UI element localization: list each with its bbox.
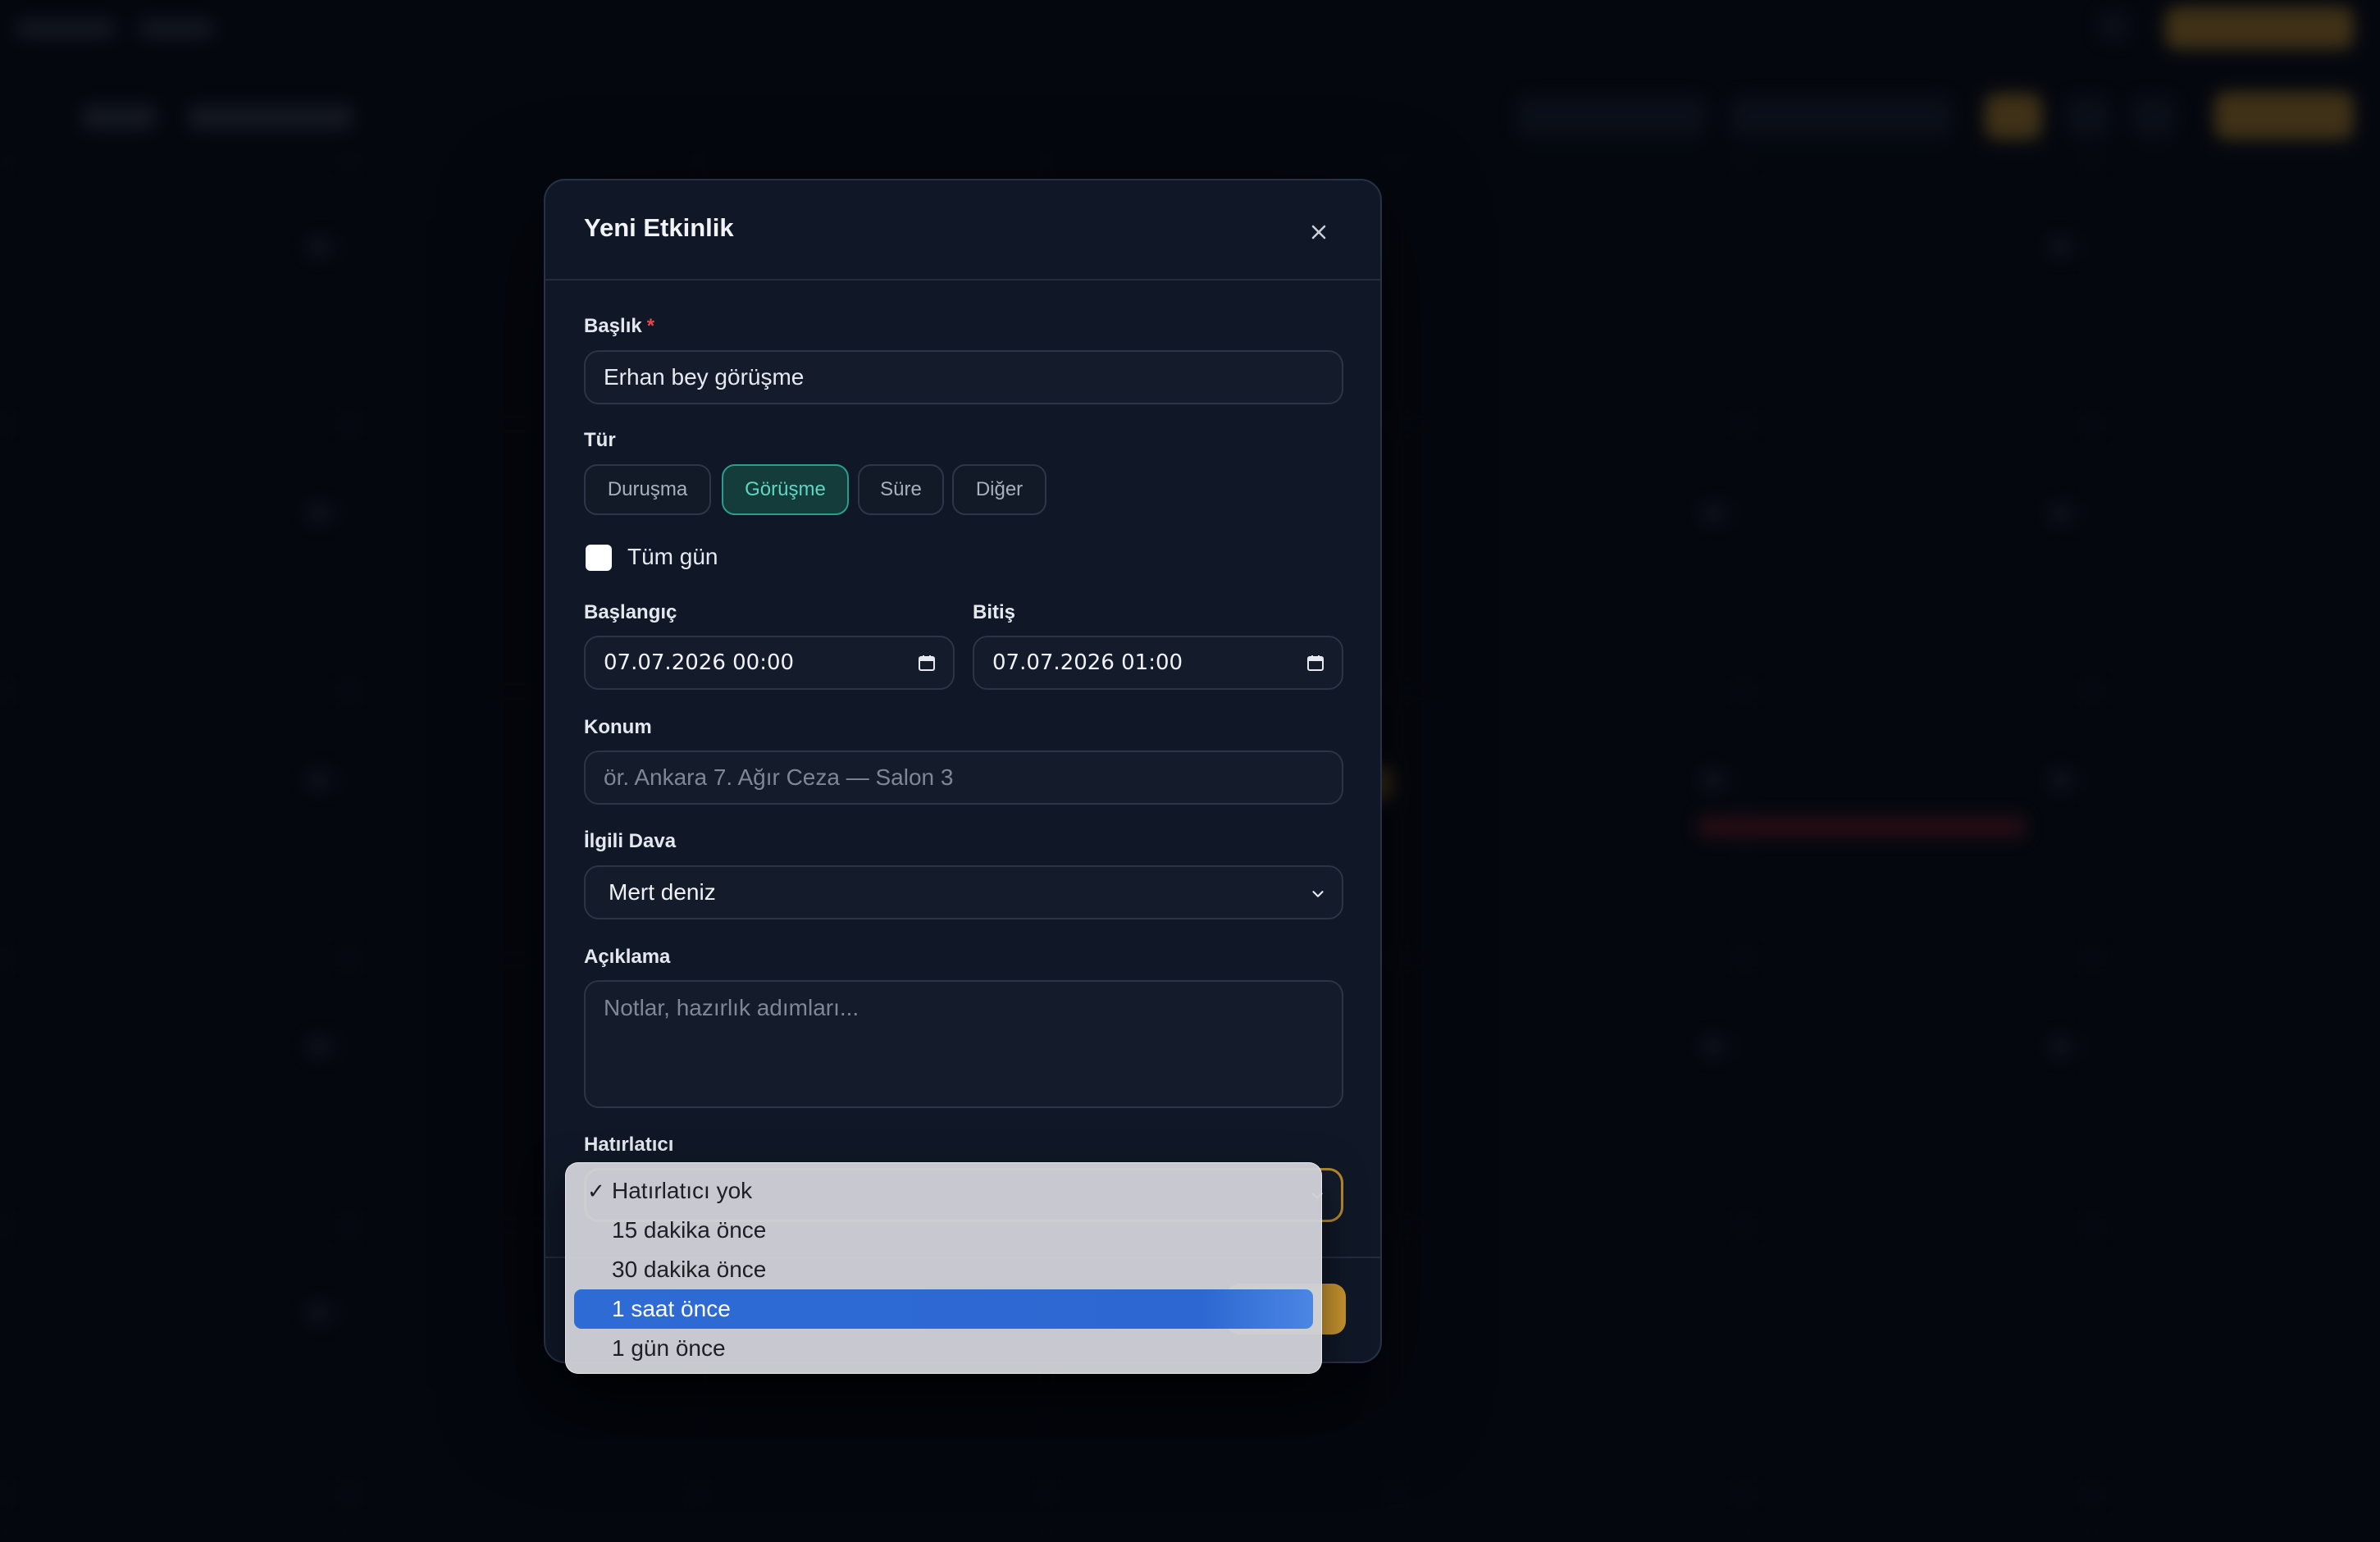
- all-day-label: Tüm gün: [627, 544, 718, 569]
- type-option-sure[interactable]: Süre: [858, 464, 944, 515]
- end-datetime-value: 07.07.2026 01:00: [992, 650, 1183, 675]
- location-input[interactable]: ör. Ankara 7. Ağır Ceza — Salon 3: [584, 750, 1343, 805]
- all-day-checkbox[interactable]: [586, 545, 612, 571]
- case-select-value: Mert deniz: [609, 879, 716, 905]
- reminder-option-none[interactable]: ✓ Hatırlatıcı yok: [574, 1171, 1313, 1211]
- reminder-option-label: Hatırlatıcı yok: [612, 1178, 753, 1203]
- start-datetime-value: 07.07.2026 00:00: [604, 650, 795, 675]
- reminder-option-label: 30 dakika önce: [612, 1257, 767, 1282]
- location-label: Konum: [584, 716, 652, 738]
- modal-title: Yeni Etkinlik: [584, 213, 734, 242]
- reminder-option-30min[interactable]: 30 dakika önce: [574, 1250, 1313, 1289]
- title-label-text: Başlık: [584, 315, 642, 337]
- case-select[interactable]: Mert deniz: [584, 865, 1343, 919]
- chevron-down-icon: [1312, 891, 1324, 897]
- reminder-option-label: 15 dakika önce: [612, 1217, 767, 1243]
- title-label: Başlık *: [584, 315, 654, 338]
- start-datetime-input[interactable]: 07.07.2026 00:00: [584, 636, 955, 690]
- modal-header: Yeni Etkinlik: [545, 180, 1380, 281]
- reminder-dropdown-menu: ✓ Hatırlatıcı yok 15 dakika önce 30 daki…: [565, 1162, 1322, 1374]
- close-button[interactable]: [1300, 213, 1338, 251]
- reminder-option-1hour[interactable]: 1 saat önce: [574, 1289, 1313, 1329]
- description-textarea[interactable]: Notlar, hazırlık adımları...: [584, 980, 1343, 1108]
- reminder-option-label: 1 gün önce: [612, 1335, 726, 1361]
- type-option-durusma[interactable]: Duruşma: [584, 464, 711, 515]
- close-icon: [1311, 225, 1326, 240]
- checkmark-icon: ✓: [587, 1179, 605, 1203]
- description-label: Açıklama: [584, 946, 671, 968]
- end-datetime-input[interactable]: 07.07.2026 01:00: [973, 636, 1343, 690]
- title-input[interactable]: Erhan bey görüşme: [584, 350, 1343, 404]
- type-label: Tür: [584, 429, 616, 451]
- required-mark: *: [646, 315, 655, 337]
- start-label: Başlangıç: [584, 601, 677, 623]
- reminder-option-label: 1 saat önce: [612, 1296, 731, 1321]
- end-label: Bitiş: [973, 601, 1016, 623]
- type-option-gorusme[interactable]: Görüşme: [722, 464, 849, 515]
- case-label: İlgili Dava: [584, 830, 677, 852]
- reminder-label: Hatırlatıcı: [584, 1134, 674, 1156]
- calendar-icon[interactable]: [1306, 653, 1325, 673]
- type-option-diger[interactable]: Diğer: [952, 464, 1046, 515]
- reminder-option-1day[interactable]: 1 gün önce: [574, 1329, 1313, 1368]
- calendar-icon[interactable]: [917, 653, 937, 673]
- reminder-option-15min[interactable]: 15 dakika önce: [574, 1211, 1313, 1250]
